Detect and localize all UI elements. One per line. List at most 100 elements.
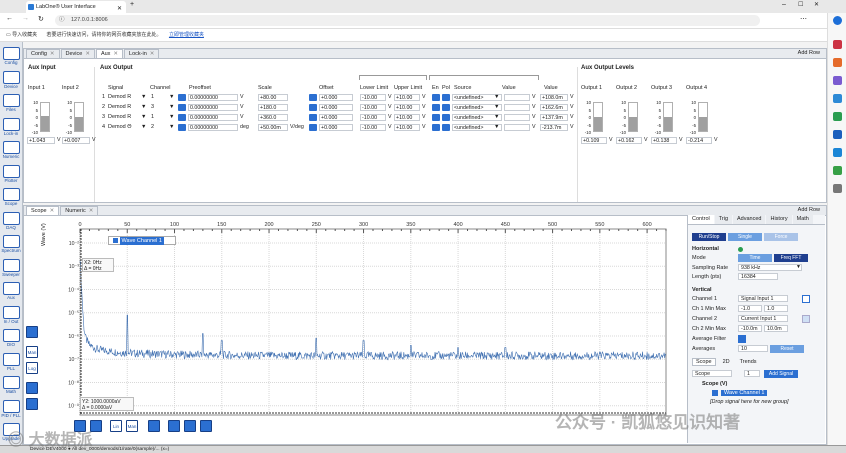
polarity-toggle-icon[interactable] (442, 94, 450, 101)
offset-toggle-icon[interactable] (309, 114, 317, 121)
limits-collapse[interactable] (359, 75, 427, 80)
preoffset-toggle-icon[interactable] (178, 94, 186, 101)
toolbar-pll[interactable]: PLL (1, 352, 21, 376)
offset-field[interactable]: +0.000 (319, 124, 353, 131)
scale-field[interactable]: +360.0 (258, 114, 288, 121)
toolbar-dio[interactable]: DIO (1, 328, 21, 352)
polarity-toggle-icon[interactable] (442, 104, 450, 111)
add-icon[interactable] (833, 184, 842, 193)
enable-toggle-icon[interactable] (432, 124, 440, 131)
value-field[interactable] (504, 94, 530, 101)
back-icon[interactable]: ← (6, 15, 13, 22)
channel-2-toggle[interactable] (802, 315, 810, 323)
ch1-min-field[interactable]: -1.0 (738, 305, 762, 312)
ch2-max-field[interactable]: 10.0m (764, 325, 788, 332)
averages-field[interactable]: 10 (738, 345, 768, 352)
preoffset-field[interactable]: 0.00000000 (188, 124, 238, 131)
cursor-xy-icon[interactable] (184, 420, 196, 432)
tab-advanced[interactable]: Advanced (733, 215, 766, 224)
tab-aux[interactable]: Aux ✕ (95, 49, 124, 58)
minimize-icon[interactable]: – (782, 1, 786, 8)
average-filter-checkbox[interactable] (738, 335, 746, 343)
toolbar-sweeper[interactable]: Sweeper (1, 258, 21, 282)
single-button[interactable]: Single (728, 233, 762, 241)
maximize-icon[interactable]: ☐ (798, 1, 803, 8)
tree-item-checkbox[interactable] (712, 390, 718, 396)
scope-group-select[interactable]: Scope (692, 370, 732, 377)
subtab-2d[interactable]: 2D (720, 359, 733, 365)
bag-icon[interactable] (833, 58, 842, 67)
reset-button[interactable]: Reset (770, 345, 804, 353)
tab-device[interactable]: Device ✕ (60, 49, 95, 58)
run-stop-button[interactable]: Run/Stop (692, 233, 726, 241)
subtab-scope[interactable]: Scope (692, 357, 716, 366)
lower-limit-field[interactable]: -10.00 (360, 94, 386, 101)
force-button[interactable]: Force (764, 233, 798, 241)
preoffset-toggle-icon[interactable] (178, 124, 186, 131)
tab-lock-in[interactable]: Lock-in ✕ (124, 49, 160, 58)
zoom-out-icon[interactable] (26, 398, 38, 410)
toolbar-numeric[interactable]: Numeric (1, 140, 21, 164)
preoffset-field[interactable]: 0.00000000 (188, 104, 238, 111)
signal-select[interactable]: Demod R (108, 114, 131, 120)
cursor-x-icon[interactable] (168, 420, 180, 432)
toolbar-device[interactable]: Device (1, 70, 21, 94)
value-field[interactable] (504, 124, 530, 131)
tab-math[interactable]: Math (792, 215, 813, 224)
mode-fft-button[interactable]: Freq FFT (774, 254, 808, 262)
more-menu-icon[interactable]: ⋯ (800, 15, 807, 23)
toolbar-lock-in[interactable]: Lock-in (1, 117, 21, 141)
upper-limit-field[interactable]: +10.00 (394, 104, 420, 111)
browser-tab[interactable]: LabOne® User Interface ✕ (26, 1, 126, 13)
polarity-toggle-icon[interactable] (442, 124, 450, 131)
preoffset-toggle-icon[interactable] (178, 104, 186, 111)
value-field[interactable] (504, 104, 530, 111)
zoom-in-icon[interactable] (26, 382, 38, 394)
enable-toggle-icon[interactable] (432, 104, 440, 111)
channel-select[interactable]: 3 (151, 104, 154, 110)
refresh-icon[interactable]: ↻ (38, 15, 44, 23)
channel-select[interactable]: 1 (151, 114, 154, 120)
polarity-toggle-icon[interactable] (442, 114, 450, 121)
ch2-min-field[interactable]: -10.0m (738, 325, 762, 332)
tag-icon[interactable] (833, 40, 842, 49)
add-row-button[interactable]: Add Row (798, 50, 820, 56)
preoffset-field[interactable]: 0.00000000 (188, 114, 238, 121)
offset-field[interactable]: +0.000 (319, 94, 353, 101)
forward-icon[interactable]: → (22, 15, 29, 22)
ch1-max-field[interactable]: 1.0 (764, 305, 788, 312)
signal-select[interactable]: Demod R (108, 94, 131, 100)
games-icon[interactable] (833, 112, 842, 121)
lower-limit-field[interactable]: -10.00 (360, 104, 386, 111)
drop-icon[interactable] (833, 148, 842, 157)
value-field[interactable] (504, 114, 530, 121)
toolbar-spectrum[interactable]: Spectrum (1, 234, 21, 258)
close-window-icon[interactable]: ✕ (814, 1, 819, 8)
channel-select[interactable]: 2 (151, 124, 154, 130)
tab-trig[interactable]: Trig (714, 215, 733, 224)
offset-toggle-icon[interactable] (309, 94, 317, 101)
upper-limit-field[interactable]: +10.00 (394, 114, 420, 121)
offset-toggle-icon[interactable] (309, 124, 317, 131)
subtab-trends[interactable]: Trends (737, 359, 760, 365)
lower-limit-field[interactable]: -10.00 (360, 124, 386, 131)
cursor-icon[interactable] (148, 420, 160, 432)
toolbar-aux[interactable]: Aux (1, 281, 21, 305)
linear-button[interactable]: Lin (110, 420, 122, 432)
toolbar-pid-pll[interactable]: PID / PLL (1, 399, 21, 423)
scope-number-select[interactable]: 1 (744, 370, 760, 377)
offset-toggle-icon[interactable] (309, 104, 317, 111)
upper-limit-field[interactable]: +10.00 (394, 94, 420, 101)
signal-select[interactable]: Demod R (108, 104, 131, 110)
toolbar-files[interactable]: Files (1, 93, 21, 117)
scale-field[interactable]: +180.0 (258, 104, 288, 111)
channel-select[interactable]: 1 (151, 94, 154, 100)
offset-field[interactable]: +0.000 (319, 104, 353, 111)
channel-1-toggle[interactable] (802, 295, 810, 303)
manual-x-button[interactable]: Man (126, 420, 138, 432)
length-field[interactable]: 16384 (738, 273, 778, 280)
url-field[interactable]: ⓘ 127.0.0.1:8006 (55, 15, 760, 26)
tree-icon[interactable] (833, 166, 842, 175)
person-icon[interactable] (833, 76, 842, 85)
add-signal-button[interactable]: Add Signal (764, 370, 798, 378)
